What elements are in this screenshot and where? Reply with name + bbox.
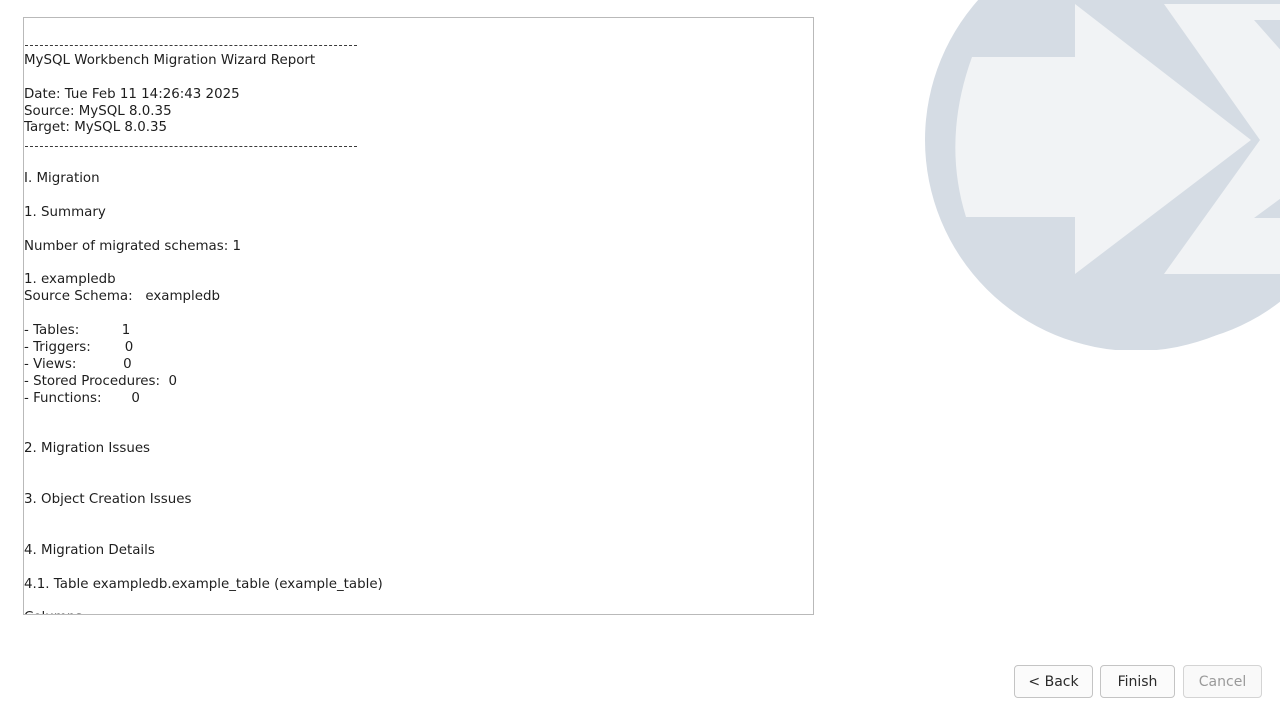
report-line: Number of migrated schemas: 1 [24, 238, 242, 254]
report-divider [24, 36, 813, 53]
report-line [24, 408, 813, 425]
report-line: I. Migration [24, 171, 100, 187]
report-line: - Tables: 1 [24, 323, 131, 339]
report-line: Source Schema: exampledb [24, 289, 221, 305]
report-line: 4. Migration Details [24, 542, 155, 558]
report-line: - Stored Procedures: 0 [24, 373, 178, 389]
report-line [24, 526, 813, 543]
report-text-area[interactable]: MySQL Workbench Migration Wizard Report D… [23, 17, 814, 615]
report-content: MySQL Workbench Migration Wizard Report D… [24, 18, 813, 614]
report-line: Target: MySQL 8.0.35 [24, 120, 168, 136]
finish-button[interactable]: Finish [1100, 665, 1175, 698]
report-line [24, 458, 813, 475]
cancel-button[interactable]: Cancel [1183, 665, 1262, 698]
report-line: 1. Summary [24, 204, 106, 220]
report-line: 1. exampledb [24, 272, 116, 288]
migration-wizard-page: MySQL Workbench Migration Wizard Report D… [0, 0, 1280, 708]
migration-arrow-logo-icon [924, 0, 1280, 350]
report-line [24, 475, 813, 492]
report-line: Source: MySQL 8.0.35 [24, 103, 172, 119]
report-line [24, 154, 813, 171]
report-divider [24, 137, 813, 154]
report-line [24, 188, 813, 205]
report-line [24, 560, 813, 577]
report-line: - Functions: 0 [24, 390, 140, 406]
report-line: Columns: [24, 610, 813, 614]
report-line: - Triggers: 0 [24, 340, 134, 356]
report-line: 2. Migration Issues [24, 441, 151, 457]
report-line [24, 593, 813, 610]
report-line [24, 256, 813, 273]
report-line: 4.1. Table exampledb.example_table (exam… [24, 576, 383, 592]
report-line: Date: Tue Feb 11 14:26:43 2025 [24, 86, 240, 102]
report-line: 3. Object Creation Issues [24, 492, 192, 508]
report-line [24, 424, 813, 441]
report-line: MySQL Workbench Migration Wizard Report [24, 52, 316, 68]
report-line [24, 70, 813, 87]
report-line [24, 509, 813, 526]
back-button[interactable]: < Back [1014, 665, 1093, 698]
report-line: - Views: 0 [24, 356, 132, 372]
report-line [24, 222, 813, 239]
report-line [24, 306, 813, 323]
